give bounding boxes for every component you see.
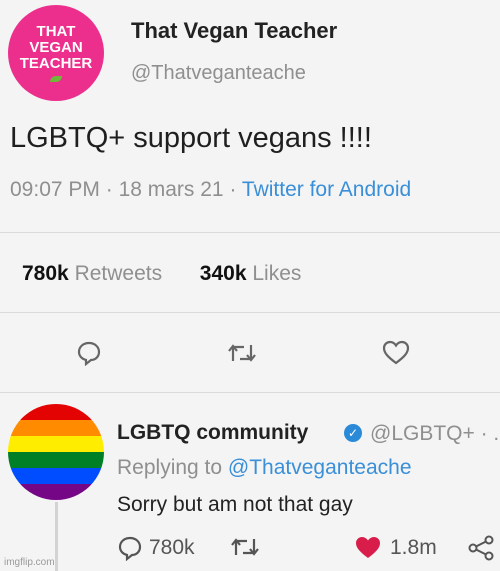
rainbow-stripe <box>8 452 104 468</box>
retweets-count[interactable]: 780k <box>22 262 69 285</box>
verified-badge-icon: ✓ <box>344 424 362 442</box>
tweet-text: LGBTQ+ support vegans !!!! <box>10 122 372 154</box>
reply-retweet-button[interactable] <box>230 535 260 559</box>
reply-icon <box>77 341 101 366</box>
divider <box>0 232 500 233</box>
leaf-icon <box>50 76 62 82</box>
thread-line <box>55 502 58 571</box>
reply-likes-count: 1.8m <box>390 536 437 559</box>
divider <box>0 312 500 313</box>
meta-separator: · <box>105 178 119 201</box>
likes-count[interactable]: 340k <box>200 262 247 285</box>
author-name[interactable]: That Vegan Teacher <box>131 18 337 44</box>
rainbow-stripe <box>8 484 104 500</box>
meta-separator: · <box>229 178 242 201</box>
tweet-stats: 780k Retweets 340k Likes <box>22 262 301 286</box>
tweet-date: 18 mars 21 <box>118 178 224 201</box>
tweet-client-link[interactable]: Twitter for Android <box>242 178 411 201</box>
share-icon <box>468 535 494 561</box>
rainbow-stripe <box>8 468 104 484</box>
reply-replies-count: 780k <box>149 536 195 559</box>
replying-to-label: Replying to <box>117 456 223 479</box>
retweet-icon <box>228 344 256 362</box>
imgflip-watermark: imgflip.com <box>4 557 55 568</box>
avatar-text-line-2: VEGAN <box>29 39 83 56</box>
replying-to-mention[interactable]: @Thatveganteache <box>228 456 412 479</box>
avatar-text-line-3: TEACHER <box>19 55 93 72</box>
reply-icon <box>118 536 142 561</box>
reply-author-name[interactable]: LGBTQ community <box>117 421 308 445</box>
like-button[interactable] <box>380 338 412 368</box>
author-handle[interactable]: @Thatveganteache <box>131 62 306 85</box>
reply-author-handle[interactable]: @LGBTQ+ · . <box>370 422 499 446</box>
rainbow-stripe <box>8 404 104 420</box>
rainbow-stripe <box>8 436 104 452</box>
heart-outline-icon <box>382 340 410 365</box>
likes-label[interactable]: Likes <box>252 262 301 285</box>
avatar-text-line-1: THAT <box>36 23 76 40</box>
divider <box>0 392 500 393</box>
reply-like-button[interactable]: 1.8m <box>354 535 437 561</box>
retweet-icon <box>231 538 259 556</box>
retweets-label[interactable]: Retweets <box>75 262 163 285</box>
lgbtq-avatar[interactable] <box>8 404 104 500</box>
reply-text: Sorry but am not that gay <box>117 493 353 516</box>
tweet-time: 09:07 PM <box>10 178 100 201</box>
vegan-teacher-avatar[interactable]: THAT VEGAN TEACHER <box>8 5 104 101</box>
tweet-meta: 09:07 PM · 18 mars 21 · Twitter for Andr… <box>10 178 411 202</box>
reply-button[interactable] <box>74 338 104 368</box>
replying-to-line: Replying to @Thatveganteache <box>117 456 412 480</box>
share-button[interactable] <box>468 535 496 561</box>
retweet-button[interactable] <box>225 338 259 368</box>
rainbow-stripe <box>8 420 104 436</box>
heart-filled-icon <box>356 537 380 558</box>
reply-reply-button[interactable]: 780k <box>117 535 195 561</box>
